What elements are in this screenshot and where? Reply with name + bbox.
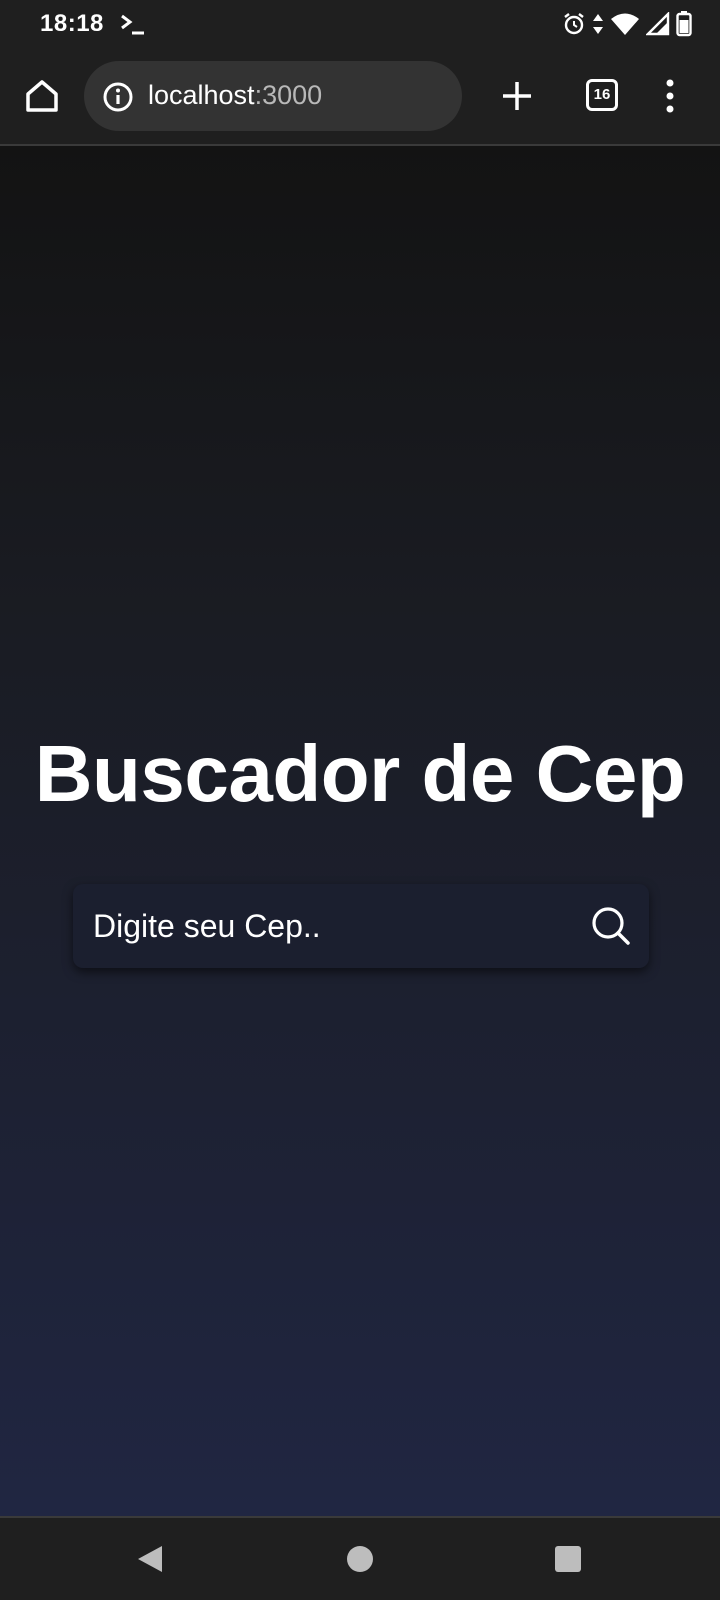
- search-input[interactable]: [91, 884, 571, 968]
- page-title: Buscador de Cep: [34, 729, 686, 818]
- search-box: [73, 884, 649, 968]
- battery-icon: [676, 11, 692, 37]
- recents-icon[interactable]: [555, 1546, 581, 1572]
- search-icon[interactable]: [589, 904, 633, 948]
- back-icon[interactable]: [136, 1544, 166, 1574]
- tab-count: 16: [593, 86, 611, 103]
- data-arrows-icon: [593, 14, 603, 34]
- plus-icon[interactable]: [500, 79, 534, 113]
- wifi-icon: [611, 13, 639, 35]
- terminal-icon: [121, 14, 144, 35]
- page-content: Buscador de Cep: [0, 146, 720, 1516]
- status-icons: [562, 10, 692, 38]
- tabs-icon[interactable]: 16: [586, 79, 618, 111]
- url-bar[interactable]: localhost:3000: [84, 61, 462, 131]
- system-nav-bar: [0, 1516, 720, 1600]
- home-icon[interactable]: [22, 76, 62, 116]
- status-time: 18:18: [40, 10, 104, 37]
- more-vertical-icon[interactable]: [660, 76, 680, 116]
- url-host: localhost: [148, 80, 255, 110]
- alarm-icon: [564, 13, 584, 35]
- url-port: :3000: [254, 80, 323, 110]
- signal-icon: [646, 12, 670, 36]
- browser-toolbar: localhost:3000 16: [0, 48, 720, 146]
- home-circle-icon[interactable]: [347, 1546, 373, 1572]
- url-text[interactable]: localhost:3000: [148, 80, 322, 111]
- info-icon[interactable]: [102, 81, 134, 113]
- status-bar: 18:18: [0, 0, 720, 48]
